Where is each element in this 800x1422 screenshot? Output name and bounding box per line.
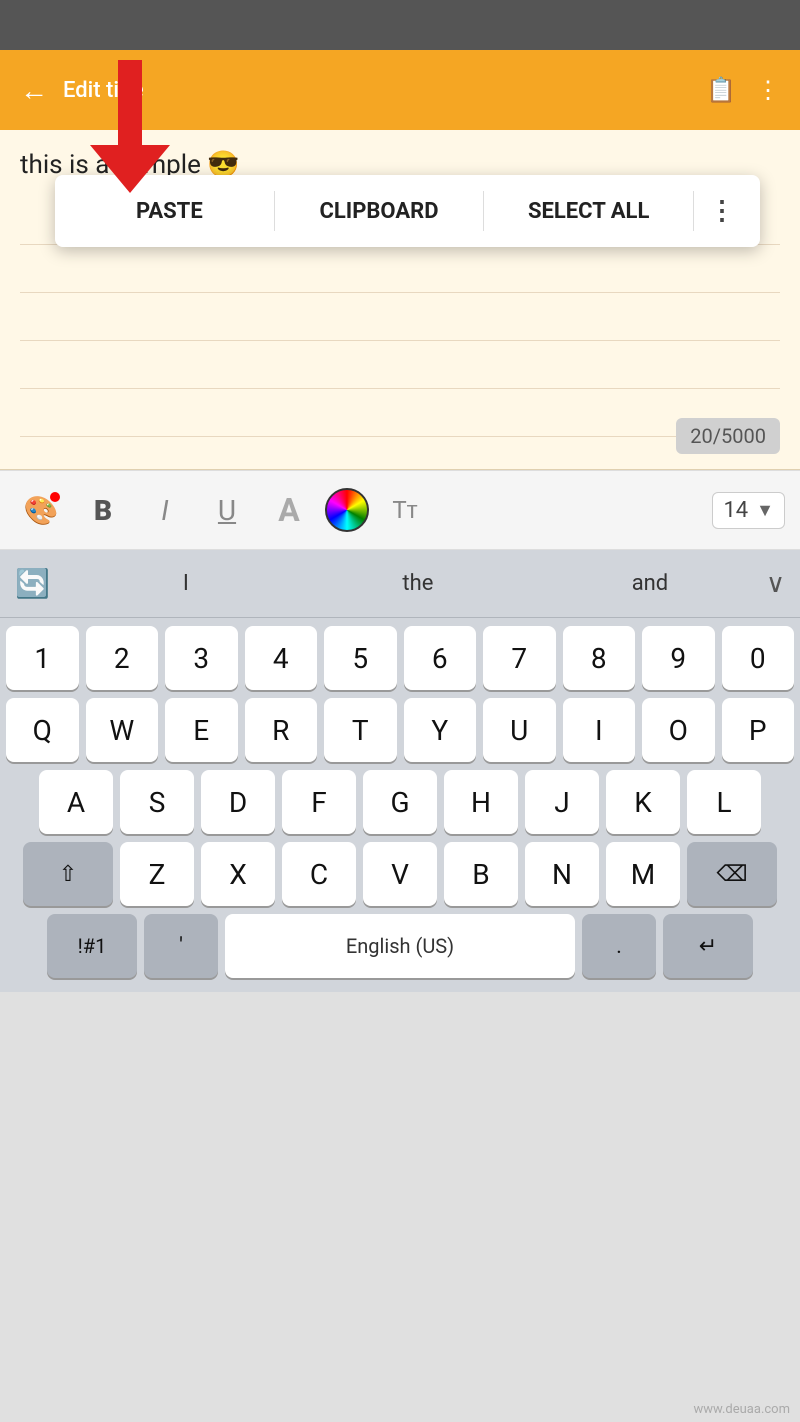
key-3[interactable]: 3	[165, 626, 238, 690]
paper-line	[20, 389, 780, 437]
paper-line	[20, 293, 780, 341]
keyboard: 1 2 3 4 5 6 7 8 9 0 Q W E R T Y U I O P …	[0, 618, 800, 992]
color-picker-button[interactable]	[325, 488, 369, 532]
key-m[interactable]: M	[606, 842, 680, 906]
key-w[interactable]: W	[86, 698, 159, 762]
space-key[interactable]: English (US)	[225, 914, 575, 978]
key-s[interactable]: S	[120, 770, 194, 834]
key-n[interactable]: N	[525, 842, 599, 906]
palette-button[interactable]: 🎨	[15, 484, 67, 536]
suggestion-bar: 🔄 I the and ∨	[0, 550, 800, 618]
key-d[interactable]: D	[201, 770, 275, 834]
text-color-button[interactable]: A	[263, 484, 315, 536]
backspace-key[interactable]: ⌫	[687, 842, 777, 906]
camera-icon[interactable]: 📋	[706, 76, 736, 104]
key-4[interactable]: 4	[245, 626, 318, 690]
keyboard-row-1: 1 2 3 4 5 6 7 8 9 0	[6, 626, 794, 690]
key-8[interactable]: 8	[563, 626, 636, 690]
key-l[interactable]: L	[687, 770, 761, 834]
key-6[interactable]: 6	[404, 626, 477, 690]
select-all-button[interactable]: SELECT ALL	[484, 189, 693, 234]
suggestion-chevron[interactable]: ∨	[766, 569, 785, 599]
shift-key[interactable]: ⇧	[23, 842, 113, 906]
text-size-icon: Tᴛ	[379, 484, 431, 536]
key-2[interactable]: 2	[86, 626, 159, 690]
period-key[interactable]: .	[582, 914, 656, 978]
key-y[interactable]: Y	[404, 698, 477, 762]
key-p[interactable]: P	[722, 698, 795, 762]
key-f[interactable]: F	[282, 770, 356, 834]
underline-button[interactable]: U	[201, 484, 253, 536]
key-j[interactable]: J	[525, 770, 599, 834]
numbers-key[interactable]: !#1	[47, 914, 137, 978]
keyboard-row-4: ⇧ Z X C V B N M ⌫	[6, 842, 794, 906]
key-x[interactable]: X	[201, 842, 275, 906]
back-button[interactable]: ←	[20, 74, 48, 107]
keyboard-row-2: Q W E R T Y U I O P	[6, 698, 794, 762]
palette-icon: 🎨	[24, 494, 59, 527]
key-g[interactable]: G	[363, 770, 437, 834]
key-i[interactable]: I	[563, 698, 636, 762]
bold-button[interactable]: B	[77, 484, 129, 536]
key-q[interactable]: Q	[6, 698, 79, 762]
key-k[interactable]: K	[606, 770, 680, 834]
suggestion-word-1[interactable]: I	[70, 571, 302, 596]
apostrophe-key[interactable]: '	[144, 914, 218, 978]
tt-icon: Tᴛ	[392, 496, 417, 525]
watermark: www.deuaa.com	[693, 1402, 790, 1417]
key-1[interactable]: 1	[6, 626, 79, 690]
emoji-button[interactable]: 🔄	[15, 567, 50, 600]
more-icon[interactable]: ⋮	[756, 76, 780, 104]
key-b[interactable]: B	[444, 842, 518, 906]
paper-line	[20, 245, 780, 293]
enter-key[interactable]: ↵	[663, 914, 753, 978]
char-count: 20/5000	[676, 418, 780, 454]
key-z[interactable]: Z	[120, 842, 194, 906]
key-t[interactable]: T	[324, 698, 397, 762]
status-bar	[0, 0, 800, 50]
italic-button[interactable]: I	[139, 484, 191, 536]
clipboard-button[interactable]: CLIPBOARD	[275, 189, 484, 234]
palette-dot	[50, 492, 60, 502]
suggestion-word-3[interactable]: and	[534, 571, 766, 596]
paper-line	[20, 341, 780, 389]
font-size-value: 14	[723, 498, 748, 523]
keyboard-row-3: A S D F G H J K L	[6, 770, 794, 834]
font-size-arrow-icon: ▼	[756, 500, 774, 521]
suggestion-word-2[interactable]: the	[302, 571, 534, 596]
key-v[interactable]: V	[363, 842, 437, 906]
key-5[interactable]: 5	[324, 626, 397, 690]
more-options-button[interactable]: ⋮	[694, 186, 750, 236]
keyboard-row-5: !#1 ' English (US) . ↵	[6, 914, 794, 978]
key-7[interactable]: 7	[483, 626, 556, 690]
key-0[interactable]: 0	[722, 626, 795, 690]
format-toolbar: 🎨 B I U A Tᴛ 14 ▼	[0, 470, 800, 550]
key-h[interactable]: H	[444, 770, 518, 834]
key-c[interactable]: C	[282, 842, 356, 906]
key-a[interactable]: A	[39, 770, 113, 834]
key-o[interactable]: O	[642, 698, 715, 762]
key-e[interactable]: E	[165, 698, 238, 762]
key-u[interactable]: U	[483, 698, 556, 762]
key-9[interactable]: 9	[642, 626, 715, 690]
red-arrow-annotation	[90, 55, 170, 199]
key-r[interactable]: R	[245, 698, 318, 762]
font-size-selector[interactable]: 14 ▼	[712, 492, 785, 529]
